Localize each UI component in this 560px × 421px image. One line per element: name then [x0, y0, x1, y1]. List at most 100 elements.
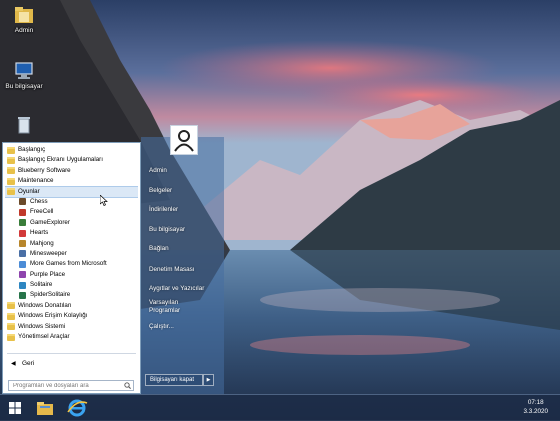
program-folder-item[interactable]: Oyunlar [5, 185, 138, 198]
program-item-label: Windows Erişim Kolaylığı [18, 312, 88, 320]
program-item-label: Yönetimsel Araçlar [18, 333, 70, 341]
app-icon [19, 260, 26, 268]
start-menu-programs-pane: Başlangıç Başlangıç Ekranı Uygulamaları Bl… [2, 142, 141, 394]
program-item-label: Purple Place [30, 270, 66, 278]
program-app-item[interactable]: Hearts [5, 228, 138, 238]
separator [7, 353, 136, 354]
start-button[interactable] [4, 397, 26, 419]
program-item-label: More Games from Microsoft [30, 260, 107, 268]
clock-time: 07:18 [527, 399, 544, 406]
desktop-icon-computer[interactable]: Bu bilgisayar [2, 60, 46, 90]
program-item-label: Hearts [30, 229, 49, 237]
program-item-label: Blueberry Software [18, 166, 71, 174]
program-app-item[interactable]: Minesweeper [5, 249, 138, 259]
app-icon [19, 281, 26, 289]
program-list: Başlangıç Başlangıç Ekranı Uygulamaları Bl… [5, 145, 138, 345]
taskbar-clock[interactable]: 07:18 3.3.2020 [523, 398, 548, 416]
taskbar-file-explorer[interactable] [32, 397, 58, 419]
folder-icon [7, 167, 15, 175]
chevron-right-icon: ▶ [206, 377, 211, 383]
folder-icon [7, 302, 15, 310]
places-item-downloads[interactable]: İndirilenler [149, 206, 178, 214]
program-app-item[interactable]: Solitaire [5, 280, 138, 290]
taskbar-internet-explorer[interactable] [64, 397, 90, 419]
places-item-devices-printers[interactable]: Aygıtlar ve Yazıcılar [149, 285, 204, 293]
user-avatar-icon [174, 130, 194, 152]
back-label: Geri [22, 360, 35, 367]
app-icon [19, 208, 26, 216]
program-app-item[interactable]: Mahjong [5, 239, 138, 249]
app-icon [19, 240, 26, 248]
start-menu: Başlangıç Başlangıç Ekranı Uygulamaları Bl… [2, 125, 224, 394]
places-item-connect[interactable]: Bağlan [149, 245, 169, 253]
shutdown-button[interactable]: Bilgisayarı kapat [145, 374, 203, 386]
back-button[interactable]: ◀ Geri [7, 357, 137, 371]
program-folder-item[interactable]: Yönetimsel Araçlar [5, 332, 138, 342]
program-item-label: Windows Donatıları [18, 301, 72, 309]
program-folder-item[interactable]: Blueberry Software [5, 166, 138, 176]
search-icon[interactable] [124, 382, 131, 389]
clock-date: 3.3.2020 [523, 408, 548, 415]
places-item-run[interactable]: Çalıştır... [149, 323, 174, 331]
program-folder-item[interactable]: Maintenance [5, 176, 138, 186]
folder-icon [7, 333, 15, 341]
program-item-label: GameExplorer [30, 218, 70, 226]
program-folder-item[interactable]: Windows Erişim Kolaylığı [5, 311, 138, 321]
program-item-label: FreeCell [30, 208, 54, 216]
search-box[interactable] [8, 380, 134, 391]
file-explorer-icon [37, 402, 53, 415]
program-folder-item[interactable]: Başlangıç [5, 145, 138, 155]
folder-icon [7, 188, 15, 196]
places-item-default-programs[interactable]: Varsayılan Programlar [149, 299, 180, 315]
program-item-label: Başlangıç Ekranı Uygulamaları [18, 156, 103, 164]
program-app-item[interactable]: Chess [5, 197, 138, 207]
program-item-label: Minesweeper [30, 249, 67, 257]
start-menu-places-pane: Admin Belgeler İndirilenler Bu bilgisaya… [141, 125, 224, 394]
places-item-control-panel[interactable]: Denetim Masası [149, 266, 195, 274]
places-item-documents[interactable]: Belgeler [149, 187, 172, 195]
computer-icon [15, 62, 33, 79]
desktop-icon-label: Bu bilgisayar [5, 83, 43, 90]
internet-explorer-icon [67, 399, 88, 417]
app-icon [19, 271, 26, 279]
search-input[interactable] [9, 381, 123, 390]
app-icon [19, 219, 26, 227]
desktop-icon-admin[interactable]: Admin [2, 4, 46, 34]
program-item-label: Oyunlar [18, 187, 40, 195]
folder-icon [7, 156, 15, 164]
program-item-label: Chess [30, 197, 48, 205]
program-item-label: Mahjong [30, 239, 54, 247]
program-folder-item[interactable]: Windows Sistemi [5, 322, 138, 332]
user-avatar[interactable] [170, 125, 198, 155]
program-item-label: Başlangıç [18, 146, 46, 153]
program-folder-item[interactable]: Windows Donatıları [5, 301, 138, 311]
desktop-icon-recycle-bin[interactable] [2, 114, 46, 136]
program-item-label: SpiderSolitaire [30, 291, 71, 299]
program-app-item[interactable]: Purple Place [5, 270, 138, 280]
program-folder-item[interactable]: Başlangıç Ekranı Uygulamaları [5, 155, 138, 165]
default-programs-line2: Programlar [149, 307, 181, 314]
places-item-admin[interactable]: Admin [149, 167, 167, 175]
folder-icon [7, 177, 15, 185]
app-icon [19, 229, 26, 237]
program-item-label: Maintenance [18, 177, 54, 185]
app-icon [19, 198, 26, 206]
default-programs-line1: Varsayılan [149, 299, 179, 306]
folder-icon [7, 323, 15, 331]
program-item-label: Solitaire [30, 281, 53, 289]
desktop-icon-label: Admin [14, 27, 34, 34]
start-button-icon [9, 402, 21, 414]
mouse-cursor-icon [100, 195, 108, 206]
places-item-this-pc[interactable]: Bu bilgisayar [149, 226, 185, 234]
program-app-item[interactable]: SpiderSolitaire [5, 290, 138, 300]
program-app-item[interactable]: GameExplorer [5, 218, 138, 228]
back-arrow-icon: ◀ [11, 361, 16, 367]
shutdown-options-button[interactable]: ▶ [203, 374, 214, 386]
program-app-item[interactable]: FreeCell [5, 207, 138, 217]
program-app-item[interactable]: More Games from Microsoft [5, 259, 138, 269]
user-folder-icon [15, 7, 33, 23]
taskbar: 07:18 3.3.2020 [0, 394, 560, 420]
program-item-label: Windows Sistemi [18, 322, 66, 330]
app-icon [19, 291, 26, 299]
folder-icon [7, 146, 15, 154]
